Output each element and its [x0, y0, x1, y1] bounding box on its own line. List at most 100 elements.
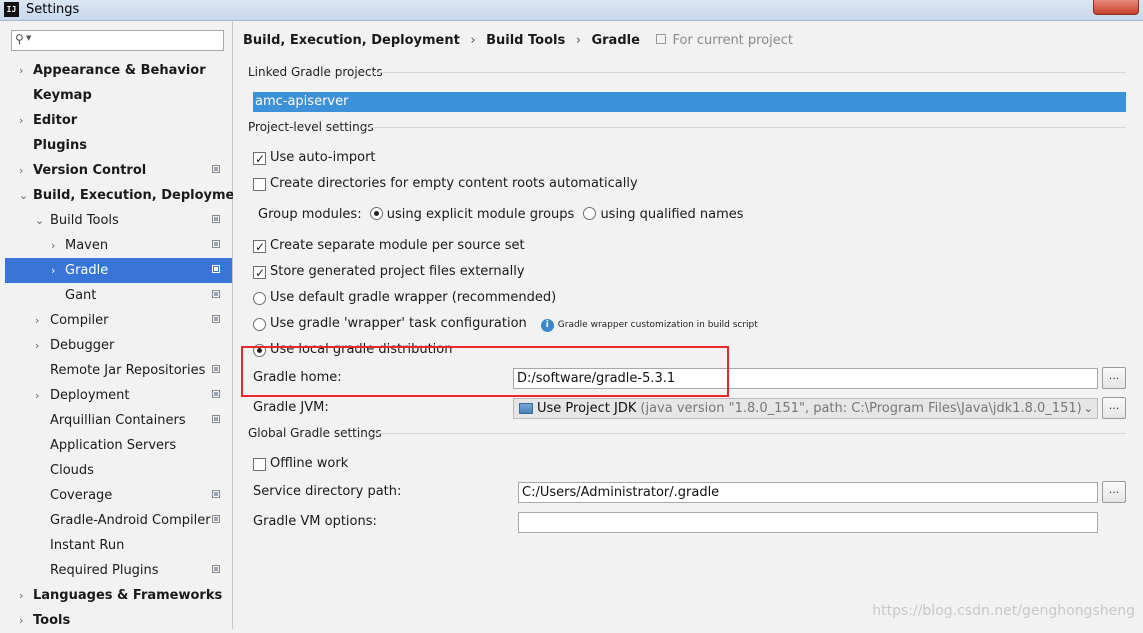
sidebar-item[interactable]: › Tools	[5, 608, 232, 633]
sidebar-item-label: Version Control	[33, 163, 147, 178]
breadcrumb: Build, Execution, Deployment › Build Too…	[243, 33, 793, 48]
create-dirs-checkbox[interactable]	[253, 178, 266, 191]
gradle-settings-panel: Build, Execution, Deployment › Build Too…	[233, 21, 1143, 629]
sidebar-item[interactable]: › Compiler	[5, 308, 232, 333]
sidebar-item[interactable]: Application Servers	[5, 433, 232, 458]
chevron-right-icon[interactable]: ›	[35, 333, 39, 358]
search-options-chevron-icon[interactable]: ▼	[26, 34, 31, 42]
chevron-down-icon[interactable]: ⌄	[35, 208, 44, 233]
breadcrumb-build-execution[interactable]: Build, Execution, Deployment	[243, 33, 460, 48]
sidebar-item[interactable]: › Debugger	[5, 333, 232, 358]
search-icon: ⚲	[15, 32, 24, 46]
chevron-right-icon[interactable]: ›	[51, 258, 55, 283]
sidebar-item[interactable]: › Appearance & Behavior	[5, 58, 232, 83]
project-scope-icon	[212, 490, 220, 498]
local-dist-label: Use local gradle distribution	[270, 342, 453, 357]
service-dir-input[interactable]	[518, 482, 1098, 503]
sidebar-item[interactable]: › Deployment	[5, 383, 232, 408]
sidebar-item-label: Remote Jar Repositories	[50, 363, 206, 378]
sidebar-item-label: Arquillian Containers	[50, 413, 186, 428]
gradle-jvm-value: Use Project JDK (java version "1.8.0_151"…	[537, 399, 1082, 418]
breadcrumb-build-tools[interactable]: Build Tools	[486, 33, 565, 48]
sidebar-item[interactable]: ⌄ Build, Execution, Deployment	[5, 183, 250, 208]
sidebar-item[interactable]: Plugins	[5, 133, 232, 158]
linked-project-item[interactable]: amc-apiserver	[253, 92, 1126, 112]
info-icon: i	[540, 319, 554, 332]
gradle-jvm-browse-button[interactable]: ...	[1102, 397, 1126, 419]
gradle-home-input[interactable]	[513, 368, 1098, 389]
sidebar-item[interactable]: Coverage	[5, 483, 232, 508]
breadcrumb-gradle: Gradle	[591, 33, 640, 48]
wrapper-task-label: Use gradle 'wrapper' task configuration i…	[270, 315, 758, 334]
sidebar-item-label: Tools	[33, 613, 71, 628]
chevron-down-icon[interactable]: ⌄	[19, 183, 28, 208]
settings-search-box[interactable]: ⚲ ▼	[11, 30, 224, 51]
group-explicit-label[interactable]: using explicit module groups	[387, 207, 575, 222]
group-qualified-radio-wrap[interactable]	[583, 207, 597, 220]
group-explicit-radio-wrap[interactable]	[369, 207, 383, 220]
window-close-button[interactable]	[1093, 0, 1139, 15]
sidebar-item-label: Instant Run	[50, 538, 125, 553]
settings-search-input[interactable]	[36, 32, 220, 50]
sidebar-item[interactable]: Remote Jar Repositories	[5, 358, 232, 383]
chevron-right-icon[interactable]: ›	[19, 108, 23, 133]
sidebar-item-label: Deployment	[50, 388, 130, 403]
sidebar-item[interactable]: Clouds	[5, 458, 232, 483]
chevron-right-icon[interactable]: ›	[51, 233, 55, 258]
settings-sidebar: ⚲ ▼ › Appearance & Behavior Keymap › Editor P…	[0, 21, 250, 629]
sidebar-item[interactable]: Required Plugins	[5, 558, 232, 583]
sidebar-item-label: Gradle-Android Compiler	[50, 513, 211, 528]
sidebar-item[interactable]: Gant	[5, 283, 232, 308]
sidebar-item-label: Appearance & Behavior	[33, 63, 206, 78]
project-scope-icon	[212, 215, 220, 223]
chevron-right-icon[interactable]: ›	[35, 383, 39, 408]
window-title: Settings	[26, 2, 80, 17]
project-scope-label: For current project	[656, 33, 793, 48]
vm-options-input[interactable]	[518, 512, 1098, 533]
group-modules-row: Group modules: using explicit module gro…	[258, 206, 744, 224]
project-scope-icon	[212, 315, 220, 323]
offline-checkbox[interactable]	[253, 458, 266, 471]
chevron-right-icon[interactable]: ›	[19, 158, 23, 183]
store-external-checkbox[interactable]	[253, 264, 266, 282]
auto-import-checkbox[interactable]	[253, 150, 266, 168]
group-qualified-radio[interactable]	[583, 207, 597, 220]
sidebar-item[interactable]: › Maven	[5, 233, 232, 258]
project-scope-icon	[212, 290, 220, 298]
watermark-text: https://blog.csdn.net/genghongsheng	[872, 603, 1135, 619]
sidebar-item-label: Application Servers	[50, 438, 177, 453]
wrapper-default-radio[interactable]	[253, 292, 266, 305]
local-dist-radio[interactable]	[253, 344, 266, 357]
sidebar-item-label: Clouds	[50, 463, 94, 478]
project-scope-icon	[212, 265, 220, 273]
breadcrumb-separator-icon: ›	[575, 33, 581, 48]
service-dir-browse-button[interactable]: ...	[1102, 481, 1126, 503]
chevron-right-icon[interactable]: ›	[35, 308, 39, 333]
group-explicit-radio[interactable]	[369, 207, 383, 220]
chevron-right-icon[interactable]: ›	[19, 58, 23, 83]
sidebar-item[interactable]: Instant Run	[5, 533, 232, 558]
sidebar-item[interactable]: › Editor	[5, 108, 232, 133]
chevron-right-icon[interactable]: ›	[19, 583, 23, 608]
sidebar-item[interactable]: ⌄ Build Tools	[5, 208, 232, 233]
service-dir-label: Service directory path:	[253, 484, 402, 499]
gradle-home-browse-button[interactable]: ...	[1102, 367, 1126, 389]
wrapper-task-radio[interactable]	[253, 318, 266, 331]
sidebar-item[interactable]: › Languages & Frameworks	[5, 583, 232, 608]
global-settings-title: Global Gradle settings	[248, 426, 382, 440]
separate-module-checkbox[interactable]	[253, 238, 266, 256]
sidebar-item-label: Keymap	[33, 88, 92, 103]
group-qualified-label[interactable]: using qualified names	[600, 207, 743, 222]
sidebar-item[interactable]: › Gradle	[5, 258, 232, 283]
group-modules-label: Group modules:	[258, 207, 362, 222]
sidebar-item[interactable]: Gradle-Android Compiler	[5, 508, 232, 533]
gradle-jvm-select[interactable]: Use Project JDK (java version "1.8.0_151"…	[513, 398, 1098, 419]
sidebar-item[interactable]: Arquillian Containers	[5, 408, 232, 433]
vm-options-label: Gradle VM options:	[253, 514, 377, 529]
offline-label: Offline work	[270, 456, 349, 471]
sidebar-item[interactable]: Keymap	[5, 83, 232, 108]
sidebar-item[interactable]: › Version Control	[5, 158, 232, 183]
chevron-right-icon[interactable]: ›	[19, 608, 23, 633]
chevron-down-icon[interactable]: ⌄	[1084, 399, 1093, 418]
linked-projects-divider	[373, 72, 1126, 73]
